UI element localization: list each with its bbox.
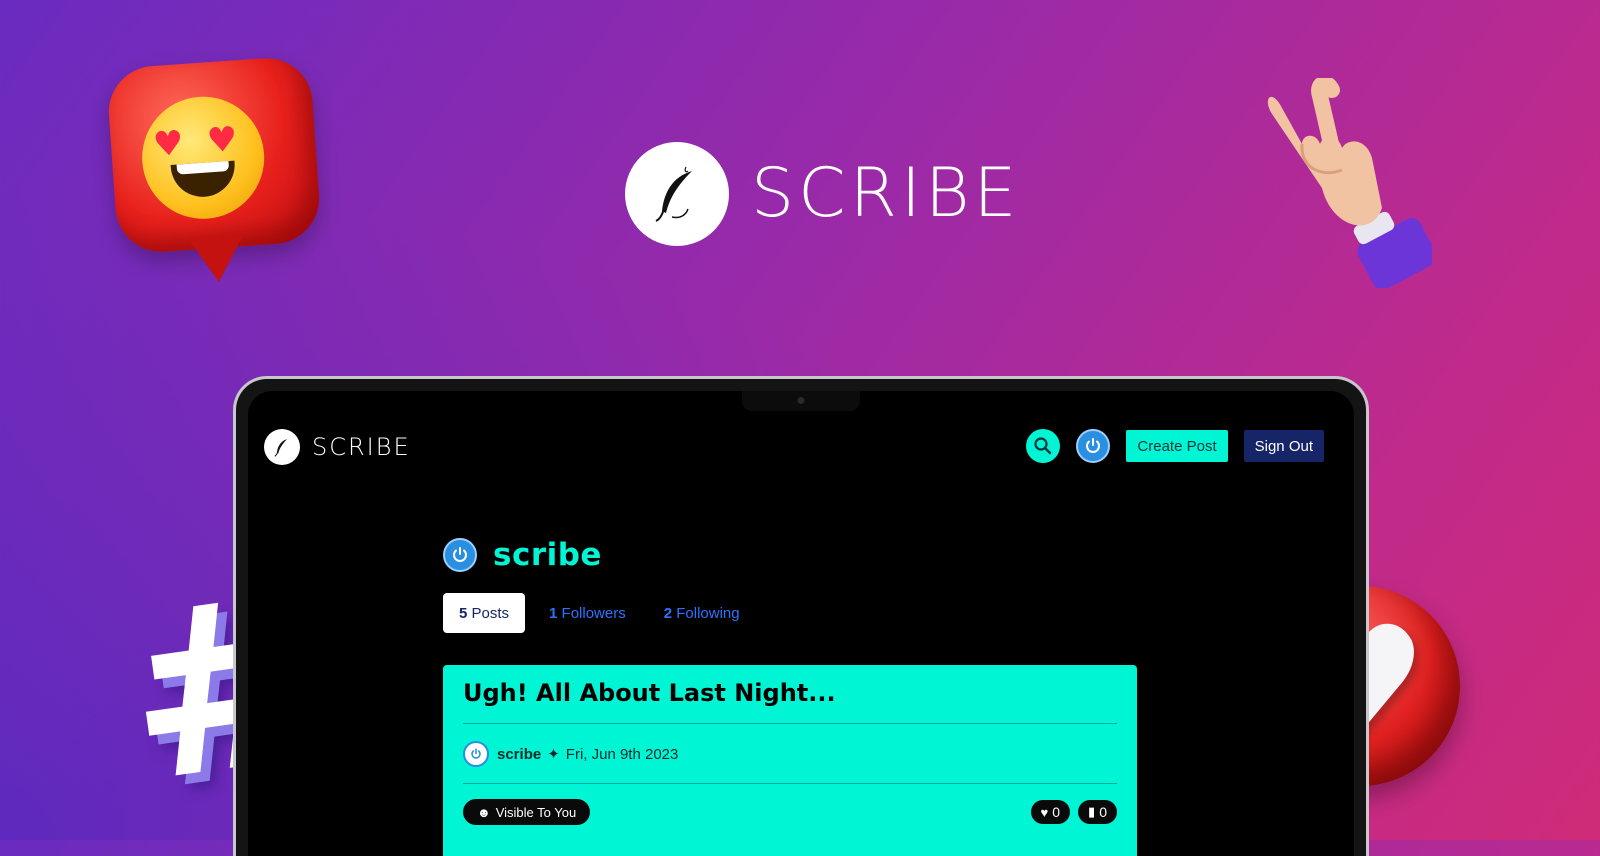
eye-icon: ☻ — [477, 804, 491, 820]
bookmark-icon: ▮ — [1088, 804, 1096, 819]
app-screen: SCRIBE Create Post Sign Out scribe 5 Pos… — [248, 391, 1354, 856]
tab-following-count: 2 — [663, 604, 673, 622]
tab-posts-count: 5 — [459, 604, 468, 622]
post-author[interactable]: scribe — [497, 746, 541, 763]
meta-separator: ✦ — [547, 746, 560, 763]
post-footer: ☻ Visible To You ♥ 0 ▮ 0 — [463, 799, 1117, 825]
quill-icon — [264, 429, 300, 465]
profile-username: scribe — [493, 537, 602, 573]
camera-notch — [742, 391, 860, 411]
tab-posts[interactable]: 5 Posts — [443, 593, 526, 633]
tab-followers[interactable]: 1 Followers — [549, 605, 626, 622]
author-avatar[interactable] — [463, 741, 489, 767]
search-button[interactable] — [1026, 429, 1061, 463]
post-title[interactable]: Ugh! All About Last Night... — [463, 679, 836, 707]
post-counts: ♥ 0 ▮ 0 — [1023, 800, 1117, 824]
tab-following[interactable]: 2 Following — [664, 605, 740, 622]
tab-followers-count: 1 — [549, 604, 558, 622]
love-emoji-bubble-sticker: ♥ ♥ — [105, 55, 323, 284]
profile-tabs: 5 Posts 1 Followers 2 Following — [443, 593, 778, 633]
hero-wordmark: SCRIBE — [751, 154, 1021, 233]
power-icon — [453, 547, 467, 562]
tab-posts-label: Posts — [471, 604, 510, 622]
laptop-frame: SCRIBE Create Post Sign Out scribe 5 Pos… — [233, 376, 1369, 856]
tab-following-label: Following — [676, 604, 740, 622]
like-count: 0 — [1052, 804, 1061, 820]
sign-out-button[interactable]: Sign Out — [1243, 430, 1324, 462]
search-icon — [1034, 437, 1052, 455]
power-icon — [1086, 438, 1101, 453]
quill-icon — [625, 142, 729, 246]
nav-actions: Create Post Sign Out — [1026, 429, 1324, 463]
rock-hand-icon — [1262, 75, 1437, 290]
nav-wordmark: SCRIBE — [312, 433, 411, 461]
visibility-badge: ☻ Visible To You — [463, 799, 591, 825]
post-card[interactable]: Ugh! All About Last Night... scribe ✦ Fr… — [443, 665, 1137, 856]
heart-eyes-emoji-icon: ♥ ♥ — [138, 92, 269, 223]
avatar — [443, 538, 477, 572]
post-date: Fri, Jun 9th 2023 — [565, 745, 679, 763]
hero-logo: SCRIBE — [625, 142, 1020, 246]
bookmark-count: 0 — [1099, 804, 1107, 820]
visibility-label: Visible To You — [495, 804, 577, 820]
like-button[interactable]: ♥ 0 — [1030, 800, 1071, 824]
post-meta: scribe ✦ Fri, Jun 9th 2023 — [463, 741, 678, 767]
bookmark-button[interactable]: ▮ 0 — [1078, 800, 1117, 824]
post-divider — [463, 723, 1117, 724]
power-icon — [471, 748, 481, 759]
create-post-button[interactable]: Create Post — [1126, 430, 1228, 462]
profile-section: scribe 5 Posts 1 Followers 2 Following — [443, 537, 778, 633]
tab-followers-label: Followers — [561, 604, 626, 622]
post-divider — [463, 783, 1117, 784]
heart-icon: ♥ — [1040, 804, 1049, 820]
app-nav-brand[interactable]: SCRIBE — [264, 429, 411, 465]
profile-avatar-button[interactable] — [1076, 429, 1111, 463]
profile-header: scribe — [443, 537, 778, 573]
